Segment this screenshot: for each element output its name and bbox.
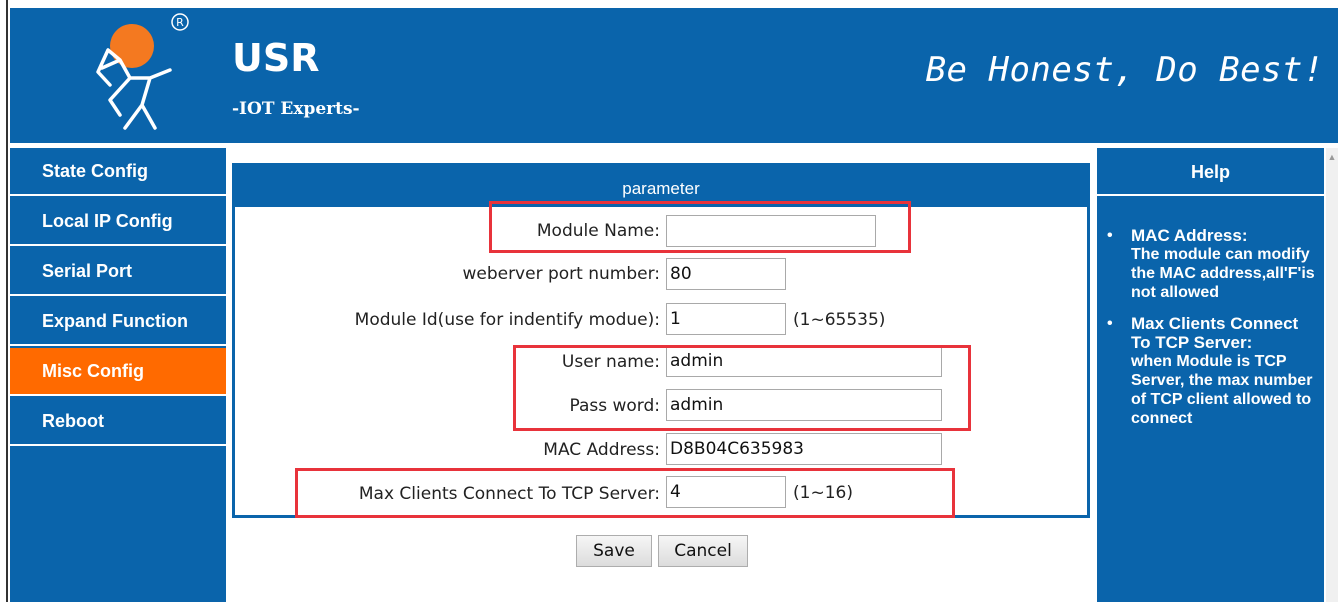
header-banner: R USR -IOT Experts- Be Honest, Do Best!	[10, 8, 1338, 143]
sidebar-item-serial-port[interactable]: Serial Port	[10, 248, 226, 296]
help-item-max-clients: Max Clients Connect To TCP Server: when …	[1097, 314, 1324, 428]
help-heading: MAC Address:	[1131, 226, 1248, 245]
webserver-port-input[interactable]	[666, 258, 786, 290]
usr-logo-icon: R	[96, 13, 189, 130]
brand-name: USR	[232, 36, 320, 80]
help-body: when Module is TCP Server, the max numbe…	[1131, 353, 1313, 427]
brand-motto: Be Honest, Do Best!	[925, 50, 1324, 90]
scrollbar[interactable]: ▲	[1326, 148, 1338, 602]
help-list: MAC Address: The module can modify the M…	[1097, 226, 1324, 440]
help-body: The module can modify the MAC address,al…	[1131, 246, 1315, 301]
scroll-up-arrow-icon[interactable]: ▲	[1326, 150, 1338, 164]
highlight-credentials	[513, 345, 971, 431]
module-id-range: (1~65535)	[793, 310, 886, 330]
sidebar-item-reboot[interactable]: Reboot	[10, 398, 226, 446]
sidebar-item-expand-function[interactable]: Expand Function	[10, 298, 226, 346]
mac-address-label: MAC Address:	[543, 440, 660, 460]
mac-address-input[interactable]	[666, 433, 942, 465]
web-config-page: R USR -IOT Experts- Be Honest, Do Best! …	[0, 0, 1338, 602]
help-heading: Max Clients Connect To TCP Server:	[1131, 314, 1299, 352]
cancel-button[interactable]: Cancel	[658, 535, 748, 567]
module-id-input[interactable]	[666, 303, 786, 335]
highlight-max-clients	[295, 468, 955, 518]
highlight-module-name	[489, 201, 911, 253]
module-id-label: Module Id(use for indentify modue):	[354, 310, 660, 330]
webserver-port-label: weberver port number:	[462, 264, 660, 284]
sidebar-item-state-config[interactable]: State Config	[10, 148, 226, 196]
help-item-mac-address: MAC Address: The module can modify the M…	[1097, 226, 1324, 302]
window-border	[6, 0, 8, 602]
sidebar-nav: State Config Local IP Config Serial Port…	[10, 148, 226, 602]
brand-tagline: -IOT Experts-	[232, 99, 360, 119]
help-title: Help	[1097, 148, 1324, 196]
sidebar-item-misc-config[interactable]: Misc Config	[10, 348, 226, 396]
svg-text:R: R	[176, 16, 184, 29]
save-button[interactable]: Save	[576, 535, 652, 567]
help-panel: Help MAC Address: The module can modify …	[1097, 148, 1324, 602]
sidebar-item-local-ip-config[interactable]: Local IP Config	[10, 198, 226, 246]
